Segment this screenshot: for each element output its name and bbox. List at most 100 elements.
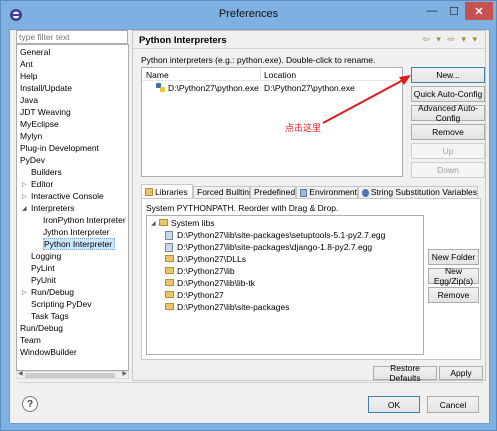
tree-item[interactable]: Interactive Console xyxy=(31,190,104,202)
tree-item-label: Jython Interpreter xyxy=(43,227,110,237)
new-interpreter-button[interactable]: New... xyxy=(411,67,485,83)
system-libs-root[interactable]: ◢ System libs xyxy=(151,217,271,229)
interpreters-description: Python interpreters (e.g.: python.exe). … xyxy=(141,55,376,65)
tree-item[interactable]: WindowBuilder xyxy=(20,346,77,358)
help-icon[interactable]: ? xyxy=(22,396,38,412)
library-path-item[interactable]: D:\Python27\lib\site-packages\django-1.8… xyxy=(165,241,415,253)
expand-twisty-icon[interactable]: ▷ xyxy=(22,193,27,200)
tree-item-label: Help xyxy=(20,71,38,81)
tree-item[interactable]: Install/Update xyxy=(20,82,72,94)
library-path-item[interactable]: D:\Python27 xyxy=(165,289,415,301)
filter-input[interactable] xyxy=(16,30,128,44)
tree-item[interactable]: IronPython Interpreter xyxy=(43,214,126,226)
library-path-item[interactable]: D:\Python27\lib\site-packages\setuptools… xyxy=(165,229,415,241)
tree-item[interactable]: Scripting PyDev xyxy=(31,298,91,310)
ok-button[interactable]: OK xyxy=(368,396,420,413)
folder-icon xyxy=(165,255,174,262)
header-divider xyxy=(142,80,402,81)
collapse-twisty-icon[interactable]: ◢ xyxy=(151,218,156,230)
tree-item[interactable]: Run/Debug xyxy=(20,322,63,334)
cancel-button[interactable]: Cancel xyxy=(427,396,479,413)
tree-item-label: PyUnit xyxy=(31,275,57,285)
libraries-tab-content: System PYTHONPATH. Reorder with Drag & D… xyxy=(141,198,481,360)
library-path-item[interactable]: D:\Python27\lib xyxy=(165,265,415,277)
history-nav-icon[interactable]: ⇦ ▾ ⇨ ▾ ▾ xyxy=(422,34,479,45)
tree-item[interactable]: Task Tags xyxy=(31,310,69,322)
restore-defaults-button[interactable]: Restore Defaults xyxy=(373,363,437,383)
up-button[interactable]: Up xyxy=(411,143,485,159)
down-button[interactable]: Down xyxy=(411,162,485,178)
library-path-item[interactable]: D:\Python27\DLLs xyxy=(165,253,415,265)
library-path-item[interactable]: D:\Python27\lib\lib-tk xyxy=(165,277,415,289)
tree-item-label: Python Interpreter xyxy=(44,239,113,249)
tree-item-label: MyEclipse xyxy=(20,119,59,129)
tree-item-label: Interpreters xyxy=(31,203,75,213)
tree-item-label: Team xyxy=(20,335,41,345)
variables-icon xyxy=(362,188,369,197)
tree-item[interactable]: Interpreters xyxy=(31,202,74,214)
remove-interpreter-button[interactable]: Remove xyxy=(411,124,485,140)
tree-item[interactable]: Help xyxy=(20,70,37,82)
tree-item[interactable]: Jython Interpreter xyxy=(43,226,110,238)
tab-forced-builtins[interactable]: Forced Builtins xyxy=(193,186,253,198)
expand-twisty-icon[interactable]: ▷ xyxy=(22,289,27,296)
tree-item-label: WindowBuilder xyxy=(20,347,77,357)
tree-item[interactable]: Mylyn xyxy=(20,130,42,142)
library-path-label: D:\Python27\DLLs xyxy=(177,254,246,264)
library-path-item[interactable]: D:\Python27\lib\site-packages xyxy=(165,301,415,313)
scroll-thumb[interactable] xyxy=(25,373,115,378)
tree-item[interactable]: Builders xyxy=(31,166,62,178)
tree-item[interactable]: PyDev xyxy=(20,154,45,166)
column-header-name[interactable]: Name xyxy=(146,70,169,80)
interpreter-location: D:\Python27\python.exe xyxy=(264,83,355,93)
maximize-button[interactable]: ☐ xyxy=(443,2,465,20)
tree-item[interactable]: Logging xyxy=(31,250,61,262)
tab-label: Environment xyxy=(309,187,357,197)
tree-item[interactable]: MyEclipse xyxy=(20,118,59,130)
new-folder-button[interactable]: New Folder xyxy=(428,249,479,265)
tab-libraries[interactable]: Libraries xyxy=(141,184,193,199)
minimize-button[interactable]: — xyxy=(421,2,443,20)
preference-tree[interactable]: General Ant Help Install/Update Java JDT Weav… xyxy=(16,44,129,371)
tree-item[interactable]: Python Interpreter xyxy=(43,238,115,250)
tree-item[interactable]: PyUnit xyxy=(31,274,56,286)
tree-item[interactable]: JDT Weaving xyxy=(20,106,71,118)
tree-item[interactable]: Plug-in Development xyxy=(20,142,99,154)
tree-item-label: JDT Weaving xyxy=(20,107,71,117)
tree-item-label: Ant xyxy=(20,59,33,69)
apply-button[interactable]: Apply xyxy=(439,366,483,380)
folder-icon xyxy=(165,303,174,310)
new-egg-zip-button[interactable]: New Egg/Zip(s) xyxy=(428,266,479,286)
expand-twisty-icon[interactable]: ▷ xyxy=(22,181,27,188)
tree-item[interactable]: PyLint xyxy=(31,262,55,274)
remove-path-button[interactable]: Remove xyxy=(428,287,479,303)
title-bar[interactable]: Preferences — ☐ ✕ xyxy=(1,1,496,29)
interpreter-name: D:\Python27\python.exe xyxy=(168,83,259,93)
column-header-location[interactable]: Location xyxy=(264,70,296,80)
tab-label: Libraries xyxy=(155,186,188,197)
tree-item-label: PyDev xyxy=(20,155,46,165)
tree-item[interactable]: Team xyxy=(20,334,41,346)
library-path-label: D:\Python27\lib\site-packages\django-1.8… xyxy=(177,242,373,252)
library-path-label: D:\Python27 xyxy=(177,290,224,300)
column-separator[interactable] xyxy=(260,68,261,80)
scroll-left-icon[interactable]: ◀ xyxy=(18,370,23,377)
tab-string-substitution[interactable]: String Substitution Variables xyxy=(358,186,478,198)
tab-predefined[interactable]: Predefined xyxy=(250,186,296,198)
tree-item[interactable]: General xyxy=(20,46,50,58)
tree-item[interactable]: Editor xyxy=(31,178,53,190)
tree-item[interactable]: Run/Debug xyxy=(31,286,74,298)
close-button[interactable]: ✕ xyxy=(465,2,493,20)
system-libs-tree[interactable]: ◢ System libs D:\Python27\lib\site-package… xyxy=(146,215,424,355)
tree-item[interactable]: Java xyxy=(20,94,38,106)
table-row[interactable]: D:\Python27\python.exe D:\Python27\pytho… xyxy=(142,82,402,94)
tab-environment[interactable]: Environment xyxy=(296,186,358,198)
interpreters-table[interactable]: Name Location D:\Python27\python.exe D:\… xyxy=(141,67,403,177)
tree-horizontal-scrollbar[interactable]: ◀ ▶ xyxy=(16,371,129,379)
tree-item[interactable]: Ant xyxy=(20,58,33,70)
advanced-auto-config-button[interactable]: Advanced Auto-Config xyxy=(411,103,485,123)
quick-auto-config-button[interactable]: Quick Auto-Config xyxy=(411,86,485,102)
expand-twisty-icon[interactable]: ◢ xyxy=(22,205,27,212)
library-path-label: D:\Python27\lib\site-packages\setuptools… xyxy=(177,230,386,240)
scroll-right-icon[interactable]: ▶ xyxy=(122,370,127,377)
